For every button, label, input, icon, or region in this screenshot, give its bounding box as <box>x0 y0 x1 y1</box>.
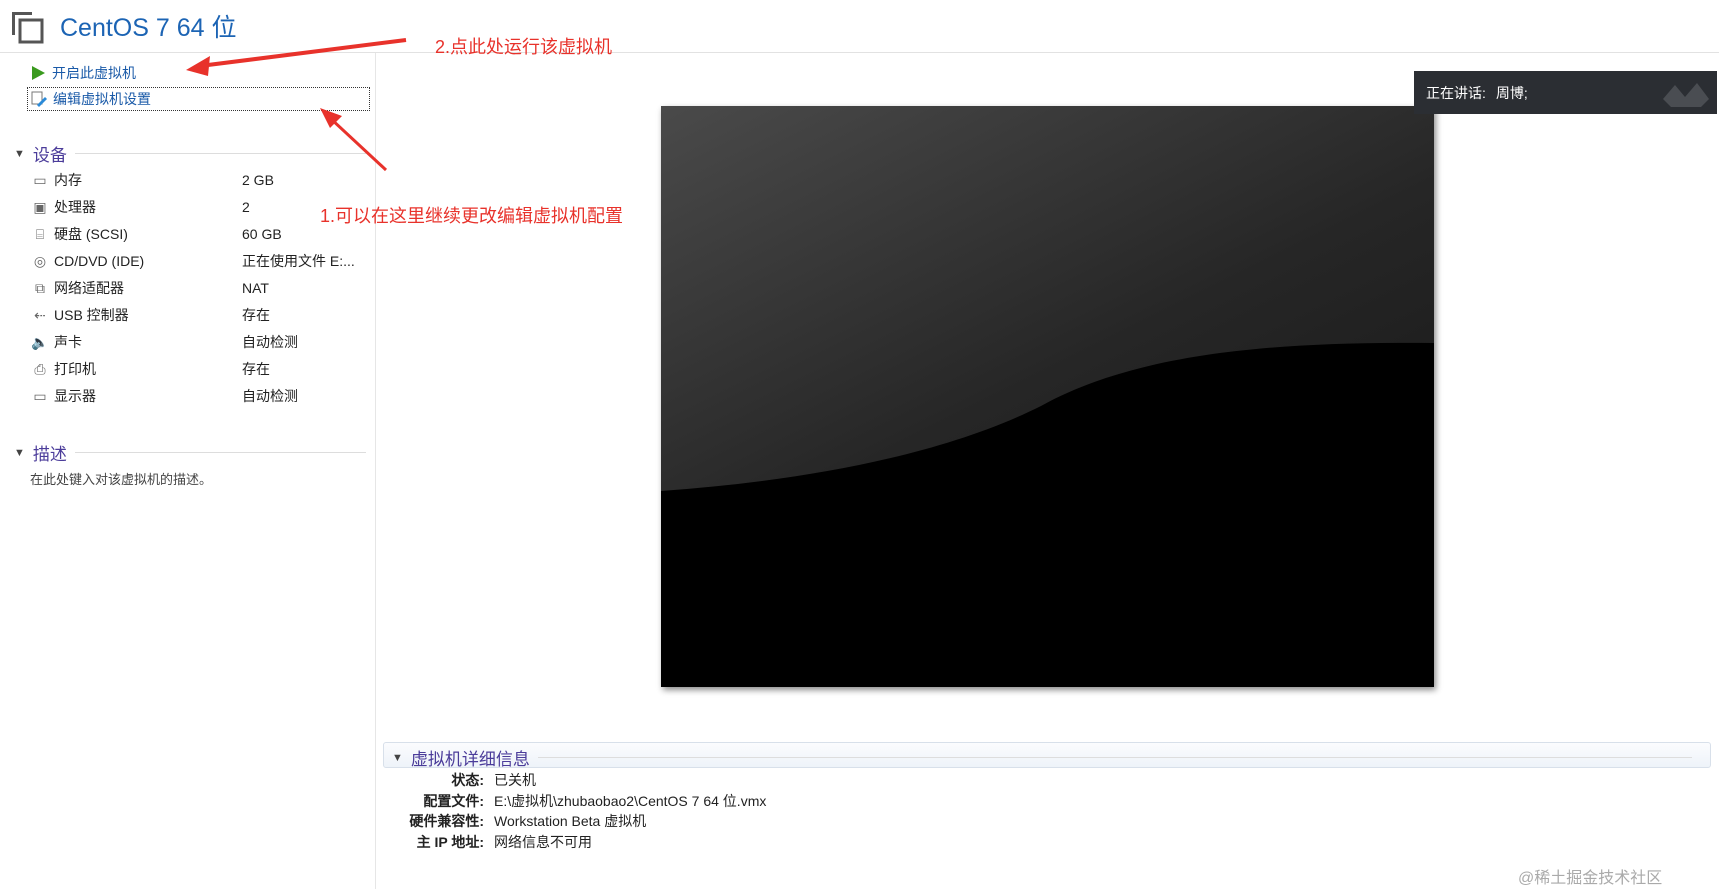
device-name: 内存 <box>54 172 82 188</box>
device-value: 自动检测 <box>242 388 298 404</box>
detail-label: 状态: <box>451 772 484 788</box>
edit-settings-icon <box>31 91 47 107</box>
detail-label: 配置文件: <box>423 792 484 809</box>
collapse-icon: ▼ <box>14 446 25 459</box>
speaking-label: 正在讲话: <box>1426 84 1486 101</box>
devices-header: 设备 <box>32 146 67 165</box>
device-value: 60 GB <box>242 226 282 242</box>
device-name: 网络适配器 <box>54 280 124 296</box>
devices-section-header[interactable]: ▼ 设备 <box>14 141 366 166</box>
device-value: 自动检测 <box>242 334 298 350</box>
detail-row: 硬件兼容性: Workstation Beta 虚拟机 <box>382 811 646 831</box>
detail-value: 网络信息不可用 <box>494 833 592 850</box>
device-name: USB 控制器 <box>54 307 129 323</box>
collapse-icon: ▼ <box>14 147 25 160</box>
device-name: 声卡 <box>54 334 82 350</box>
speaking-overlay: 正在讲话: 周博; <box>1414 71 1717 114</box>
device-row[interactable]: ▣ 处理器 2 <box>30 194 370 220</box>
device-name: 打印机 <box>54 361 96 377</box>
detail-value: Workstation Beta 虚拟机 <box>494 813 647 829</box>
device-name: 处理器 <box>54 199 96 215</box>
cd-icon: ◎ <box>33 252 47 269</box>
annotation-1: 1.可以在这里继续更改编辑虚拟机配置 <box>320 206 624 226</box>
details-section-header[interactable]: ▼ 虚拟机详细信息 <box>383 742 1711 769</box>
speaking-name: 周博; <box>1495 84 1528 101</box>
edit-settings-label: 编辑虚拟机设置 <box>53 91 151 107</box>
network-icon: ⧉ <box>35 279 45 296</box>
device-row[interactable]: ⇠ USB 控制器 存在 <box>30 302 370 328</box>
detail-row: 配置文件: E:\虚拟机\zhubaobao2\CentOS 7 64 位.vmx <box>382 791 766 811</box>
device-value: 2 <box>242 199 250 215</box>
detail-label: 主 IP 地址: <box>416 833 484 850</box>
harddisk-icon: ⌸ <box>35 225 45 242</box>
device-name: 显示器 <box>54 388 96 404</box>
device-row[interactable]: ⎙ 打印机 存在 <box>30 356 370 382</box>
device-row[interactable]: ▭ 显示器 自动检测 <box>30 383 370 409</box>
vm-screen-preview[interactable] <box>661 106 1434 687</box>
device-row[interactable]: ⌸ 硬盘 (SCSI) 60 GB <box>30 221 370 247</box>
device-row[interactable]: 🔈 声卡 自动检测 <box>30 329 370 355</box>
details-header: 虚拟机详细信息 <box>410 750 530 769</box>
title-bar: CentOS 7 64 位 <box>0 0 1719 53</box>
memory-icon: ▭ <box>33 171 47 188</box>
device-name: 硬盘 (SCSI) <box>54 226 128 242</box>
description-section-header[interactable]: ▼ 描述 <box>14 440 366 465</box>
device-value: 2 GB <box>242 172 274 188</box>
device-value: 存在 <box>242 361 270 377</box>
watermark: @稀土掘金技术社区 <box>1518 870 1663 887</box>
device-value: 存在 <box>242 307 270 323</box>
play-icon <box>32 66 45 80</box>
device-value: NAT <box>242 280 269 296</box>
detail-value: E:\虚拟机\zhubaobao2\CentOS 7 64 位.vmx <box>494 792 767 809</box>
detail-value: 已关机 <box>494 772 536 788</box>
vm-title: CentOS 7 64 位 <box>60 14 237 42</box>
edit-settings-button[interactable]: 编辑虚拟机设置 <box>27 87 370 111</box>
description-input[interactable]: 在此处键入对该虚拟机的描述。 <box>30 469 212 488</box>
speaker-icon: 🔈 <box>31 333 49 350</box>
printer-icon: ⎙ <box>34 360 46 377</box>
power-on-label: 开启此虚拟机 <box>52 65 136 81</box>
detail-label: 硬件兼容性: <box>409 813 484 829</box>
device-value: 正在使用文件 E:... <box>242 253 355 269</box>
device-row[interactable]: ⧉ 网络适配器 NAT <box>30 275 370 301</box>
annotation-2: 2.点此处运行该虚拟机 <box>435 37 613 57</box>
device-row[interactable]: ◎ CD/DVD (IDE) 正在使用文件 E:... <box>30 248 370 274</box>
device-name: CD/DVD (IDE) <box>54 253 145 269</box>
vm-icon <box>12 12 44 44</box>
usb-icon: ⇠ <box>34 306 46 323</box>
collapse-icon: ▼ <box>392 751 403 764</box>
power-on-button[interactable]: 开启此虚拟机 <box>30 63 136 83</box>
device-row[interactable]: ▭ 内存 2 GB <box>30 167 370 193</box>
meeting-logo-icon <box>1663 83 1709 107</box>
monitor-icon: ▭ <box>33 387 47 404</box>
left-panel: 开启此虚拟机 编辑虚拟机设置 ▼ 设备 ▭ 内存 2 GB ▣ 处理器 2 ⌸ 硬盘 (SCS… <box>0 53 376 889</box>
description-header: 描述 <box>32 445 67 464</box>
detail-row: 主 IP 地址: 网络信息不可用 <box>382 832 592 852</box>
cpu-icon: ▣ <box>33 198 47 215</box>
detail-row: 状态: 已关机 <box>382 770 536 790</box>
